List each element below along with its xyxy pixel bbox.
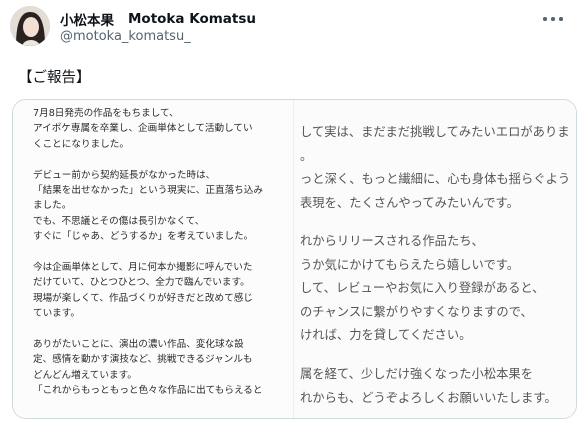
media-image-left[interactable]: 7月8日発売の作品をもちまして、アイポケ専属を卒業し、企画単体として活動していく… xyxy=(13,100,293,418)
image-text-line: 「これからもっともっと色々な作品に出てもらえると xyxy=(33,385,263,397)
author-handle[interactable]: @motoka_komatsu_ xyxy=(60,29,191,44)
image-text-line: ています。 xyxy=(33,308,81,320)
image-text-line: でも、不思議とその傷は長引かなくて、 xyxy=(33,215,205,227)
more-options-button[interactable] xyxy=(541,8,567,28)
image-text-line xyxy=(300,348,570,363)
author-display-name[interactable]: 小松本果 xyxy=(60,9,114,29)
image-text-line: 今は企画単体として、月に何本か撮影に呼んでいた xyxy=(33,261,253,273)
image-text-line: 現場が楽しくて、作品づくりが好きだと改めて感じ xyxy=(33,292,253,304)
image-text-line: アイポケ専属を卒業し、企画単体として活動してい xyxy=(33,123,253,135)
image-text-line: 。 xyxy=(300,148,313,163)
image-right-text: して実は、まだまだ挑戦してみたいエロがありま。っと深く、もっと繊細に、心も身体も… xyxy=(300,121,570,410)
image-text-line: ました。 xyxy=(33,200,72,212)
post-text: 【ご報告】 xyxy=(18,70,91,86)
image-text-line: ければ、力を貸してください。 xyxy=(300,328,472,343)
image-text-line xyxy=(33,321,263,336)
image-text-line: すぐに「じゃあ、どうするか」を考えていました。 xyxy=(33,231,254,243)
image-left-text: 7月8日発売の作品をもちまして、アイポケ専属を卒業し、企画単体として活動していく… xyxy=(33,106,263,398)
image-text-line: っと深く、もっと繊細に、心も身体も揺らぐよう xyxy=(300,172,571,186)
image-text-line xyxy=(33,245,263,260)
image-text-line: くことになりました。 xyxy=(33,138,129,150)
image-text-line: デビュー前から契約延長がなかった時は、 xyxy=(33,169,216,181)
image-text-line: ありがたいことに、演出の濃い作品、変化球な設 xyxy=(33,338,244,350)
profile-photo-icon xyxy=(10,6,50,46)
image-text-line: れからも、どうぞよろしくお願いいたします。 xyxy=(300,390,557,405)
image-text-line: どんどん増えています。 xyxy=(33,369,137,381)
author-name-row: 小松本果 Motoka Komatsu xyxy=(60,9,256,29)
image-text-line: 「結果を出せなかった」という現実に、正直落ち込み xyxy=(33,184,263,196)
image-text-line: のチャンスに繋がりやすくなりますので、 xyxy=(300,304,533,319)
more-horizontal-icon xyxy=(543,17,547,21)
image-text-line: して実は、まだまだ挑戦してみたいエロがありま xyxy=(300,125,570,139)
author-display-name-en[interactable]: Motoka Komatsu xyxy=(128,11,256,27)
image-text-line: れからリリースされる作品たち、 xyxy=(300,234,484,249)
more-dot xyxy=(559,17,563,21)
image-text-line: 定、感情を動かす演技など、挑戦できるジャンルも xyxy=(33,354,253,366)
image-text-line: だけていて、ひとつひとつ、全力で臨んでいます。 xyxy=(33,277,250,289)
avatar[interactable] xyxy=(10,6,50,46)
image-text-line: うか気にかけてもらえたら嬉しいです。 xyxy=(300,257,520,272)
image-text-line: 7月8日発売の作品をもちまして、 xyxy=(33,108,179,119)
image-text-line xyxy=(300,215,570,230)
image-text-line: して、レビューやお気に入り登録があると、 xyxy=(300,281,545,296)
image-text-line: 表現を、たくさんやってみたいんです。 xyxy=(300,195,519,210)
image-text-line xyxy=(33,152,263,167)
media-card[interactable]: 7月8日発売の作品をもちまして、アイポケ専属を卒業し、企画単体として活動していく… xyxy=(12,99,577,419)
more-dot xyxy=(551,17,555,21)
image-text-line: 属を経て、少しだけ強くなった小松本果を xyxy=(300,367,534,382)
